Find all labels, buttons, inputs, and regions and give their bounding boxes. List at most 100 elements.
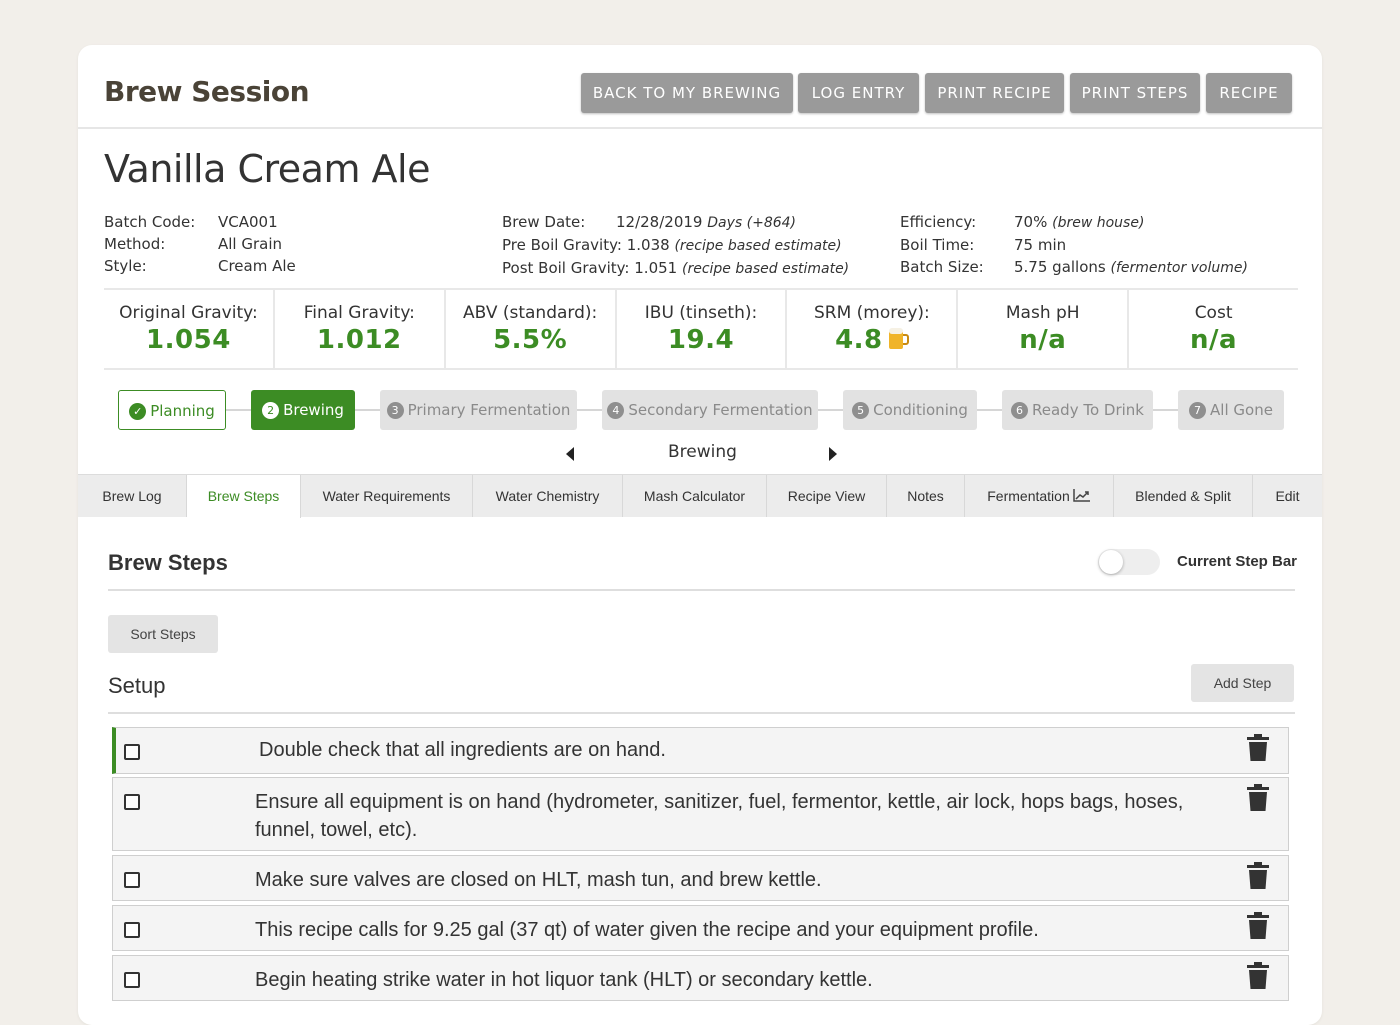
- tab-mash-calculator[interactable]: Mash Calculator: [623, 475, 767, 517]
- tab-recipe-view[interactable]: Recipe View: [767, 475, 887, 517]
- stat-value: 5.5%: [493, 325, 568, 355]
- stage-label: Secondary Fermentation: [628, 401, 813, 419]
- tab-notes[interactable]: Notes: [887, 475, 965, 517]
- step-text: Begin heating strike water in hot liquor…: [255, 969, 873, 991]
- batch-code-value: VCA001: [218, 213, 278, 231]
- stat-original-gravity: Original Gravity: 1.054: [104, 290, 275, 368]
- step-row: Double check that all ingredients are on…: [112, 727, 1289, 774]
- stage-label: Planning: [150, 402, 215, 420]
- step-checkbox[interactable]: [124, 872, 140, 888]
- stage-brewing[interactable]: 2 Brewing: [251, 390, 355, 430]
- brew-date-days: Days (+864): [707, 215, 797, 231]
- page-title: Brew Session: [104, 75, 310, 108]
- brew-date-label: Brew Date:: [502, 213, 586, 231]
- stage-label: Brewing: [283, 401, 344, 419]
- stat-label: Original Gravity:: [119, 303, 258, 323]
- stat-label: Final Gravity:: [303, 303, 415, 323]
- stat-label: Cost: [1194, 303, 1233, 323]
- stage-conditioning[interactable]: 5 Conditioning: [843, 390, 977, 430]
- recipe-title: Vanilla Cream Ale: [104, 147, 430, 191]
- stage-number: 7: [1189, 402, 1207, 419]
- chevron-left-icon[interactable]: [566, 447, 574, 461]
- stat-value: 4.8: [835, 325, 883, 355]
- check-circle-icon: ✓: [129, 403, 147, 420]
- stage-number: 2: [262, 402, 280, 419]
- trash-icon[interactable]: [1246, 734, 1270, 762]
- sort-steps-button[interactable]: Sort Steps: [108, 615, 218, 653]
- tab-brew-steps[interactable]: Brew Steps: [187, 475, 301, 518]
- log-entry-button[interactable]: LOG ENTRY: [798, 73, 919, 113]
- stage-label: Conditioning: [873, 401, 968, 419]
- section-title: Brew Steps: [108, 550, 228, 575]
- tab-water-chemistry[interactable]: Water Chemistry: [473, 475, 623, 517]
- step-text: This recipe calls for 9.25 gal (37 qt) o…: [255, 919, 1039, 941]
- stat-label: ABV (standard):: [463, 303, 598, 323]
- step-group-title: Setup: [108, 673, 166, 698]
- batch-size-label: Batch Size:: [900, 258, 984, 276]
- recipe-meta-col-2: Brew Date: 12/28/2019 Days (+864) Pre Boi…: [502, 211, 849, 280]
- stats-bar: Original Gravity: 1.054 Final Gravity: 1…: [104, 288, 1298, 370]
- pre-boil-label: Pre Boil Gravity:: [502, 236, 622, 254]
- stat-value: 19.4: [667, 325, 735, 355]
- stat-value: n/a: [1019, 325, 1067, 355]
- divider: [108, 589, 1295, 591]
- trash-icon[interactable]: [1246, 784, 1270, 812]
- tab-fermentation[interactable]: Fermentation: [965, 475, 1114, 517]
- method-label: Method:: [104, 235, 166, 253]
- stage-primary-fermentation[interactable]: 3 Primary Fermentation: [380, 390, 577, 430]
- batch-size-value: 5.75 gallons: [1014, 258, 1106, 276]
- chevron-right-icon[interactable]: [829, 447, 837, 461]
- stat-srm-value-wrap: 4.8: [787, 325, 956, 355]
- tab-brew-log[interactable]: Brew Log: [78, 475, 187, 517]
- post-boil-note: (recipe based estimate): [682, 261, 850, 277]
- tab-blended-split[interactable]: Blended & Split: [1114, 475, 1253, 517]
- step-checkbox[interactable]: [124, 794, 140, 810]
- stage-planning[interactable]: ✓ Planning: [118, 390, 226, 430]
- boil-time-value: 75 min: [1014, 236, 1067, 254]
- stage-all-gone[interactable]: 7 All Gone: [1178, 390, 1284, 430]
- efficiency-note: (brew house): [1052, 215, 1145, 231]
- chart-icon: [1072, 489, 1090, 502]
- print-recipe-button[interactable]: PRINT RECIPE: [925, 73, 1064, 113]
- stage-label: Ready To Drink: [1032, 401, 1144, 419]
- stage-secondary-fermentation[interactable]: 4 Secondary Fermentation: [602, 390, 818, 430]
- tab-edit[interactable]: Edit: [1253, 475, 1322, 517]
- current-stage-label: Brewing: [668, 442, 737, 462]
- step-checkbox[interactable]: [124, 972, 140, 988]
- page-header: Brew Session BACK TO MY BREWING LOG ENTR…: [78, 45, 1322, 129]
- trash-icon[interactable]: [1246, 962, 1270, 990]
- stat-value: n/a: [1190, 325, 1238, 355]
- stat-label: Mash pH: [1005, 303, 1080, 323]
- stat-final-gravity: Final Gravity: 1.012: [275, 290, 446, 368]
- stat-srm: SRM (morey): 4.8: [787, 290, 959, 368]
- stat-mash-ph: Mash pH n/a: [958, 290, 1130, 368]
- divider: [108, 712, 1295, 714]
- stat-value: 1.054: [146, 325, 231, 355]
- step-checkbox[interactable]: [124, 744, 140, 760]
- step-checkbox[interactable]: [124, 922, 140, 938]
- beer-mug-icon: [888, 328, 909, 349]
- toggle-knob: [1099, 550, 1123, 574]
- batch-size-note: (fermentor volume): [1110, 260, 1248, 276]
- tab-water-requirements[interactable]: Water Requirements: [301, 475, 473, 517]
- step-text: Ensure all equipment is on hand (hydrome…: [255, 791, 1184, 841]
- step-row: Make sure valves are closed on HLT, mash…: [112, 855, 1289, 901]
- tab-label: Fermentation: [987, 488, 1070, 504]
- print-steps-button[interactable]: PRINT STEPS: [1070, 73, 1200, 113]
- back-to-my-brewing-button[interactable]: BACK TO MY BREWING: [581, 73, 793, 113]
- step-row: This recipe calls for 9.25 gal (37 qt) o…: [112, 905, 1289, 951]
- add-step-button[interactable]: Add Step: [1191, 664, 1294, 702]
- batch-code-label: Batch Code:: [104, 213, 196, 231]
- stat-label: IBU (tinseth):: [644, 303, 758, 323]
- stage-ready-to-drink[interactable]: 6 Ready To Drink: [1002, 390, 1153, 430]
- stage-number: 3: [386, 402, 404, 419]
- trash-icon[interactable]: [1246, 912, 1270, 940]
- recipe-button[interactable]: RECIPE: [1206, 73, 1292, 113]
- stat-abv: ABV (standard): 5.5%: [446, 290, 617, 368]
- post-boil-value: 1.051: [634, 259, 678, 277]
- efficiency-label: Efficiency:: [900, 213, 977, 231]
- stat-ibu: IBU (tinseth): 19.4: [617, 290, 788, 368]
- current-step-bar-toggle[interactable]: [1098, 549, 1160, 575]
- trash-icon[interactable]: [1246, 862, 1270, 890]
- stat-value: 1.012: [316, 325, 402, 355]
